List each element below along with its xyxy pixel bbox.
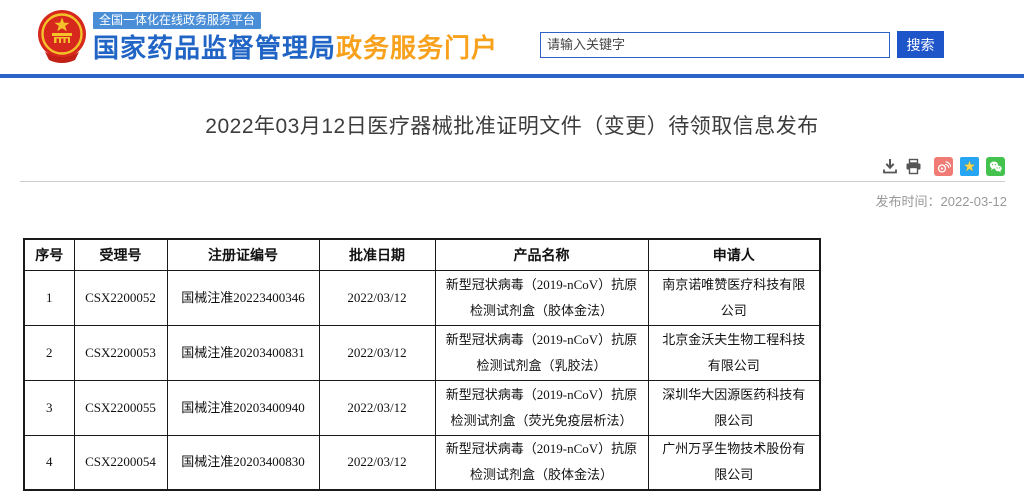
download-icon[interactable] — [881, 158, 898, 175]
qzone-share-icon[interactable]: ★ — [960, 157, 979, 176]
share-toolbar: ★ — [20, 156, 1005, 176]
cell-acceptance-no: CSX2200054 — [74, 435, 167, 490]
site-title: 国家药品监督管理局政务服务门户 — [93, 32, 498, 64]
brand-block: 全国一体化在线政务服务平台 国家药品监督管理局政务服务门户 — [93, 11, 498, 64]
cell-acceptance-no: CSX2200053 — [74, 325, 167, 380]
table-row: 1 CSX2200052 国械注准20223400346 2022/03/12 … — [24, 270, 820, 325]
table-row: 4 CSX2200054 国械注准20203400830 2022/03/12 … — [24, 435, 820, 490]
cell-applicant: 北京金沃夫生物工程科技有限公司 — [648, 325, 820, 380]
star-icon: ★ — [963, 159, 976, 173]
col-header-index: 序号 — [24, 239, 74, 270]
cell-product-name: 新型冠状病毒（2019-nCoV）抗原检测试剂盒（胶体金法） — [435, 435, 648, 490]
table-row: 2 CSX2200053 国械注准20203400831 2022/03/12 … — [24, 325, 820, 380]
print-icon[interactable] — [905, 158, 922, 175]
col-header-product-name: 产品名称 — [435, 239, 648, 270]
divider — [20, 181, 1005, 182]
cell-approval-date: 2022/03/12 — [319, 325, 435, 380]
table-row: 3 CSX2200055 国械注准20203400940 2022/03/12 … — [24, 380, 820, 435]
col-header-registration-no: 注册证编号 — [167, 239, 319, 270]
cell-registration-no: 国械注准20203400940 — [167, 380, 319, 435]
cell-applicant: 广州万孚生物技术股份有限公司 — [648, 435, 820, 490]
search-input[interactable] — [540, 32, 890, 58]
platform-badge: 全国一体化在线政务服务平台 — [93, 12, 261, 29]
cell-acceptance-no: CSX2200052 — [74, 270, 167, 325]
col-header-applicant: 申请人 — [648, 239, 820, 270]
search-button[interactable]: 搜索 — [897, 31, 944, 58]
cell-registration-no: 国械注准20203400831 — [167, 325, 319, 380]
cell-applicant: 深圳华大因源医药科技有限公司 — [648, 380, 820, 435]
publish-time-label: 发布时间： — [875, 194, 940, 209]
approvals-table: 序号 受理号 注册证编号 批准日期 产品名称 申请人 1 CSX2200052 … — [23, 238, 821, 491]
site-suffix: 政务服务门户 — [336, 33, 498, 63]
national-emblem-logo — [35, 8, 89, 68]
site-name: 国家药品监督管理局 — [93, 33, 336, 63]
cell-registration-no: 国械注准20223400346 — [167, 270, 319, 325]
search-area: 搜索 — [540, 31, 944, 58]
cell-index: 3 — [24, 380, 74, 435]
page-title: 2022年03月12日医疗器械批准证明文件（变更）待领取信息发布 — [0, 110, 1024, 140]
cell-index: 2 — [24, 325, 74, 380]
table-header-row: 序号 受理号 注册证编号 批准日期 产品名称 申请人 — [24, 239, 820, 270]
publish-time: 发布时间：2022-03-12 — [0, 191, 1007, 210]
cell-index: 1 — [24, 270, 74, 325]
cell-product-name: 新型冠状病毒（2019-nCoV）抗原检测试剂盒（乳胶法） — [435, 325, 648, 380]
cell-registration-no: 国械注准20203400830 — [167, 435, 319, 490]
weibo-share-icon[interactable] — [934, 157, 953, 176]
cell-approval-date: 2022/03/12 — [319, 270, 435, 325]
cell-product-name: 新型冠状病毒（2019-nCoV）抗原检测试剂盒（胶体金法） — [435, 270, 648, 325]
wechat-share-icon[interactable] — [986, 157, 1005, 176]
cell-index: 4 — [24, 435, 74, 490]
cell-acceptance-no: CSX2200055 — [74, 380, 167, 435]
cell-product-name: 新型冠状病毒（2019-nCoV）抗原检测试剂盒（荧光免疫层析法） — [435, 380, 648, 435]
col-header-acceptance-no: 受理号 — [74, 239, 167, 270]
cell-applicant: 南京诺唯赞医疗科技有限公司 — [648, 270, 820, 325]
col-header-approval-date: 批准日期 — [319, 239, 435, 270]
cell-approval-date: 2022/03/12 — [319, 380, 435, 435]
site-header: 全国一体化在线政务服务平台 国家药品监督管理局政务服务门户 搜索 — [0, 0, 1024, 78]
cell-approval-date: 2022/03/12 — [319, 435, 435, 490]
publish-time-value: 2022-03-12 — [941, 194, 1008, 209]
